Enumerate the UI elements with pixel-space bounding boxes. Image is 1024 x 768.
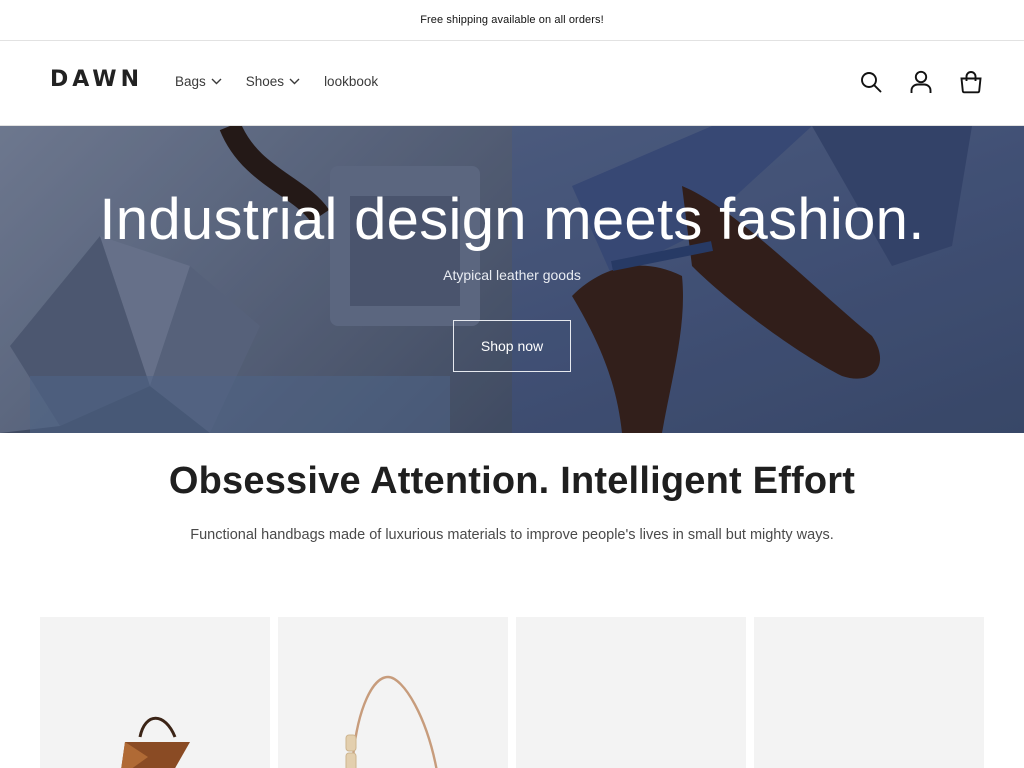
logo[interactable]: DAWN xyxy=(50,67,143,92)
feature-subtitle: Functional handbags made of luxurious ma… xyxy=(190,527,834,543)
product-card[interactable] xyxy=(516,617,746,768)
search-icon[interactable] xyxy=(858,69,884,95)
site-header: DAWN Bags Shoes lookbook xyxy=(0,41,1024,126)
product-card[interactable] xyxy=(278,617,508,768)
announcement-bar: Free shipping available on all orders! xyxy=(0,0,1024,41)
hero-title: Industrial design meets fashion. xyxy=(99,187,925,252)
header-icons xyxy=(858,69,984,95)
feature-title: Obsessive Attention. Intelligent Effort xyxy=(168,460,856,502)
shop-now-button[interactable]: Shop now xyxy=(453,320,571,372)
product-card[interactable] xyxy=(40,617,270,768)
announcement-text: Free shipping available on all orders! xyxy=(420,14,604,26)
product-card[interactable] xyxy=(754,617,984,768)
chevron-down-icon xyxy=(289,78,300,85)
product-image xyxy=(345,675,438,768)
nav-item-bags[interactable]: Bags xyxy=(175,74,222,89)
nav-item-shoes[interactable]: Shoes xyxy=(246,74,300,89)
chevron-down-icon xyxy=(211,78,222,85)
hero-subtitle: Atypical leather goods xyxy=(443,267,581,283)
nav-item-lookbook[interactable]: lookbook xyxy=(324,74,378,89)
hero-content: Industrial design meets fashion. Atypica… xyxy=(0,126,1024,433)
hero-banner: Industrial design meets fashion. Atypica… xyxy=(0,126,1024,433)
nav-item-label: lookbook xyxy=(324,74,379,89)
nav-item-label: Shoes xyxy=(245,74,285,89)
cart-icon[interactable] xyxy=(958,69,984,95)
product-grid xyxy=(40,617,984,768)
account-icon[interactable] xyxy=(908,69,934,95)
main-nav: Bags Shoes lookbook xyxy=(175,74,402,89)
product-image xyxy=(121,716,190,768)
nav-item-label: Bags xyxy=(175,74,206,89)
